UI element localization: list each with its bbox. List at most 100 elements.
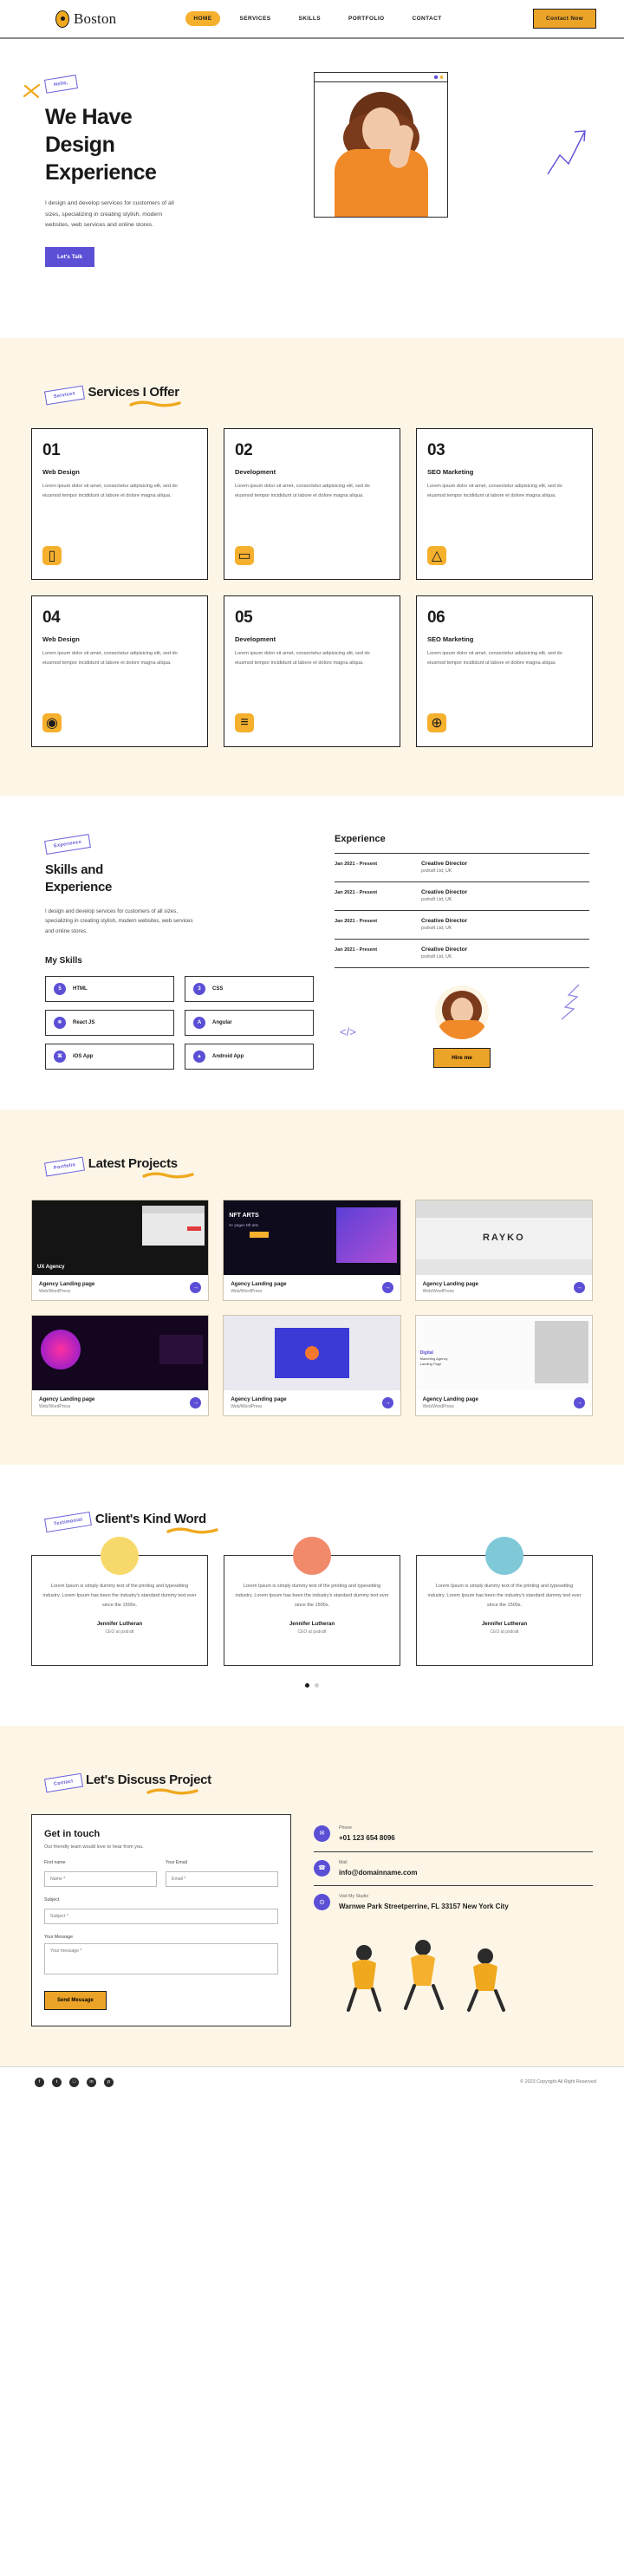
pinterest-icon[interactable]: p (104, 2077, 114, 2087)
service-card[interactable]: 03 SEO Marketing Lorem ipsum dolor sit a… (416, 428, 593, 580)
react-icon: ⚛ (54, 1016, 66, 1029)
service-title: Web Design (42, 468, 80, 476)
pagination-dot[interactable] (315, 1682, 319, 1688)
twitter-icon[interactable]: t (52, 2077, 62, 2087)
skill-item-android[interactable]: ▲ Android App (185, 1043, 314, 1070)
project-thumbnail (224, 1315, 400, 1390)
projects-section: Portfolio Latest Projects UX Agency Agen… (0, 1109, 624, 1465)
skill-item-angular[interactable]: A Angular (185, 1009, 314, 1036)
contact-now-button[interactable]: Contact Now (532, 9, 596, 29)
project-card[interactable]: UX Agency Agency Landing page Web/WordPr… (31, 1199, 210, 1301)
service-card[interactable]: 01 Web Design Lorem ipsum dolor sit amet… (31, 428, 208, 580)
service-number: 03 (427, 441, 445, 459)
project-footer: Agency Landing page Web/WordPress → (32, 1390, 208, 1415)
testimonial-cards: Lorem Ipsum is simply dummy text of the … (28, 1536, 596, 1666)
nav-item-skills[interactable]: SKILLS (290, 11, 328, 26)
arrow-right-icon[interactable]: → (381, 1281, 393, 1293)
subject-input[interactable] (44, 1908, 278, 1924)
project-thumbnail (32, 1315, 209, 1390)
services-section: Services Services I Offer 01 Web Design … (0, 338, 624, 796)
pagination-dot[interactable] (305, 1682, 309, 1688)
service-text: Lorem ipsum dolor sit amet, consectetur … (235, 484, 370, 498)
project-card[interactable]: NFT ARTS 9+ pages Nft arts Agency Landin… (223, 1199, 401, 1301)
squiggle-underline-icon (166, 1527, 218, 1534)
experience-date: Jan 2021 - Present (335, 947, 378, 953)
experience-role: Creative Director (421, 889, 468, 895)
services-tag: Services (44, 385, 86, 406)
projects-header: Portfolio Latest Projects (28, 1146, 596, 1179)
projects-title-text: Latest Projects (88, 1155, 178, 1171)
project-card[interactable]: Agency Landing page Web/WordPress → (31, 1314, 210, 1416)
lets-talk-button[interactable]: Let's Talk (45, 246, 95, 267)
skill-item-react[interactable]: ⚛ React JS (45, 1009, 174, 1036)
sliders-icon: ≡ (235, 713, 254, 732)
facebook-icon[interactable]: f (35, 2077, 44, 2087)
project-card[interactable]: Digital Marketing Agency Landing Page Ag… (414, 1314, 593, 1416)
skills-section: Experience Skills and Experience I desig… (0, 796, 624, 1109)
hero-description: I design and develop services for custom… (45, 200, 174, 229)
services-title: Services I Offer (88, 385, 182, 407)
arrow-right-icon[interactable]: → (381, 1396, 393, 1408)
experience-row: Jan 2021 - Present Creative Director pxd… (335, 940, 589, 968)
experience-row: Jan 2021 - Present Creative Director pxd… (335, 882, 589, 911)
services-title-text: Services I Offer (88, 385, 179, 400)
site-header: Boston HOME SERVICES SKILLS PORTFOLIO CO… (0, 0, 624, 39)
project-footer: Agency Landing page Web/WordPress → (416, 1390, 592, 1415)
brand-logo[interactable]: Boston (55, 10, 116, 28)
service-title: Development (235, 635, 276, 643)
skills-description: I design and develop services for custom… (45, 907, 193, 935)
skill-item-css[interactable]: 3 CSS (185, 975, 314, 1002)
experience-date: Jan 2021 - Present (335, 919, 378, 924)
experience-row: Jan 2021 - Present Creative Director pxd… (335, 854, 589, 882)
nav-item-contact[interactable]: CONTACT (405, 11, 450, 26)
experience-company: pxdraft Ltd, UK (421, 868, 452, 874)
skill-item-ios[interactable]: ⌘ iOS App (45, 1043, 174, 1070)
message-textarea[interactable] (44, 1942, 278, 1974)
info-value[interactable]: +01 123 654 8096 (339, 1833, 395, 1844)
linkedin-icon[interactable]: in (87, 2077, 96, 2087)
skill-item-html[interactable]: 5 HTML (45, 975, 174, 1002)
nav-item-services[interactable]: SERVICES (232, 11, 279, 26)
arrow-right-icon[interactable]: → (190, 1281, 202, 1293)
project-category: Web/WordPress (39, 1403, 71, 1409)
email-field-group: Your Email (166, 1860, 278, 1887)
arrow-right-icon[interactable]: → (190, 1396, 202, 1408)
service-card[interactable]: 06 SEO Marketing Lorem ipsum dolor sit a… (416, 595, 593, 747)
project-name: Agency Landing page (39, 1395, 95, 1402)
name-email-row: First name Your Email (44, 1860, 278, 1887)
project-card[interactable]: Agency Landing page Web/WordPress → (223, 1314, 401, 1416)
services-header: Services Services I Offer (28, 374, 596, 407)
project-card[interactable]: RAYKO Agency Landing page Web/WordPress … (414, 1199, 593, 1301)
project-thumbnail: UX Agency (32, 1200, 209, 1275)
social-links: f t □ in p (35, 2077, 114, 2087)
testimonial-role: CEO at pxdraft (490, 1629, 519, 1635)
experience-list: Jan 2021 - Present Creative Director pxd… (335, 853, 589, 968)
service-text: Lorem ipsum dolor sit amet, consectetur … (427, 651, 562, 666)
send-message-button[interactable]: Send Message (44, 1990, 107, 2010)
apple-icon: ⌘ (54, 1050, 66, 1063)
browser-dot-purple (434, 75, 438, 79)
project-name: Agency Landing page (231, 1395, 287, 1402)
service-text: Lorem ipsum dolor sit amet, consectetur … (235, 651, 370, 666)
hire-me-button[interactable]: Hire me (433, 1048, 491, 1068)
avatar (101, 1536, 139, 1575)
first-name-input[interactable] (44, 1870, 157, 1887)
service-card[interactable]: 02 Development Lorem ipsum dolor sit ame… (224, 428, 400, 580)
testimonial-section: Testimonial Client's Kind Word Lorem Ips… (0, 1464, 624, 1726)
page-root: Boston HOME SERVICES SKILLS PORTFOLIO CO… (0, 0, 624, 2098)
testimonial-role: CEO at pxdraft (105, 1629, 134, 1635)
nav-item-portfolio[interactable]: PORTFOLIO (341, 11, 393, 26)
squiggle-underline-icon (142, 1172, 194, 1179)
people-illustration-icon (347, 1939, 505, 2012)
info-value[interactable]: info@domainname.com (339, 1868, 417, 1878)
testimonial-text: Lorem Ipsum is simply dummy text of the … (42, 1583, 197, 1608)
service-card[interactable]: 05 Development Lorem ipsum dolor sit ame… (224, 595, 400, 747)
nav-item-home[interactable]: HOME (185, 11, 220, 26)
service-card[interactable]: 04 Web Design Lorem ipsum dolor sit amet… (31, 595, 208, 747)
project-thumb-title: RAYKO (482, 1232, 525, 1243)
email-field[interactable] (166, 1870, 278, 1887)
avatar (293, 1536, 331, 1575)
arrow-right-icon[interactable]: → (573, 1281, 585, 1293)
arrow-right-icon[interactable]: → (573, 1396, 585, 1408)
instagram-icon[interactable]: □ (69, 2077, 79, 2087)
